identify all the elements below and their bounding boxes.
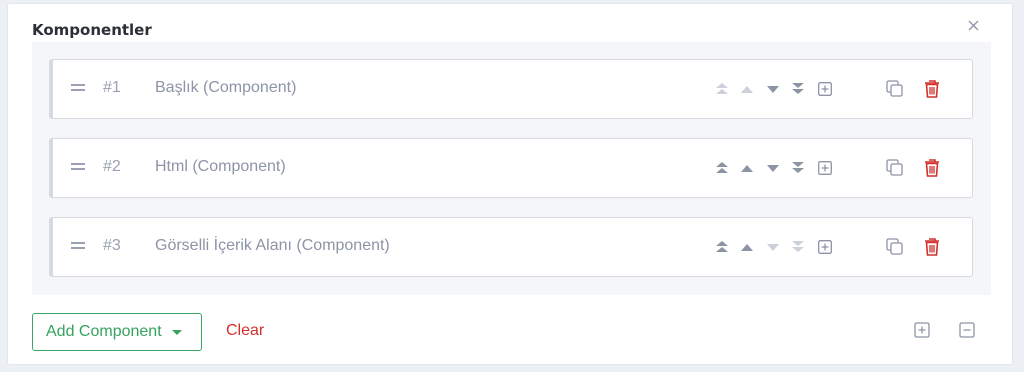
component-number: #1 bbox=[103, 79, 121, 96]
move-top-icon[interactable] bbox=[713, 139, 731, 197]
move-down-icon[interactable] bbox=[764, 60, 782, 118]
copy-icon[interactable] bbox=[886, 139, 904, 197]
component-name: Görselli İçerik Alanı (Component) bbox=[155, 237, 390, 254]
move-down-icon[interactable] bbox=[764, 139, 782, 197]
insert-icon[interactable] bbox=[816, 60, 834, 118]
delete-icon[interactable] bbox=[923, 218, 941, 276]
insert-icon[interactable] bbox=[816, 139, 834, 197]
drag-handle-icon[interactable] bbox=[71, 84, 85, 91]
move-bottom-icon[interactable] bbox=[789, 218, 807, 276]
add-component-button[interactable]: Add Component bbox=[32, 313, 202, 351]
delete-icon[interactable] bbox=[923, 139, 941, 197]
move-bottom-icon[interactable] bbox=[789, 139, 807, 197]
move-up-icon[interactable] bbox=[738, 218, 756, 276]
collapse-all-icon[interactable] bbox=[959, 322, 977, 340]
clear-button[interactable]: Clear bbox=[226, 322, 264, 340]
component-number: #2 bbox=[103, 158, 121, 175]
move-top-icon[interactable] bbox=[713, 60, 731, 118]
move-bottom-icon[interactable] bbox=[789, 60, 807, 118]
panel-title: Komponentler bbox=[32, 21, 152, 39]
insert-icon[interactable] bbox=[816, 218, 834, 276]
component-row: #3 Görselli İçerik Alanı (Component) bbox=[49, 217, 973, 277]
component-row: #1 Başlık (Component) bbox=[49, 59, 973, 119]
move-up-icon[interactable] bbox=[738, 60, 756, 118]
move-down-icon[interactable] bbox=[764, 218, 782, 276]
component-name: Html (Component) bbox=[155, 158, 286, 175]
components-panel: Komponentler #1 Başlık (Component) #2 Ht… bbox=[7, 3, 1013, 365]
copy-icon[interactable] bbox=[886, 60, 904, 118]
delete-icon[interactable] bbox=[923, 60, 941, 118]
close-icon[interactable] bbox=[964, 16, 982, 34]
expand-all-icon[interactable] bbox=[914, 322, 932, 340]
move-top-icon[interactable] bbox=[713, 218, 731, 276]
component-number: #3 bbox=[103, 237, 121, 254]
component-row: #2 Html (Component) bbox=[49, 138, 973, 198]
copy-icon[interactable] bbox=[886, 218, 904, 276]
component-name: Başlık (Component) bbox=[155, 79, 297, 96]
add-component-label: Add Component bbox=[46, 323, 162, 340]
drag-handle-icon[interactable] bbox=[71, 163, 85, 170]
caret-down-icon bbox=[171, 329, 182, 335]
drag-handle-icon[interactable] bbox=[71, 242, 85, 249]
move-up-icon[interactable] bbox=[738, 139, 756, 197]
component-list: #1 Başlık (Component) #2 Html (Component… bbox=[32, 42, 991, 295]
